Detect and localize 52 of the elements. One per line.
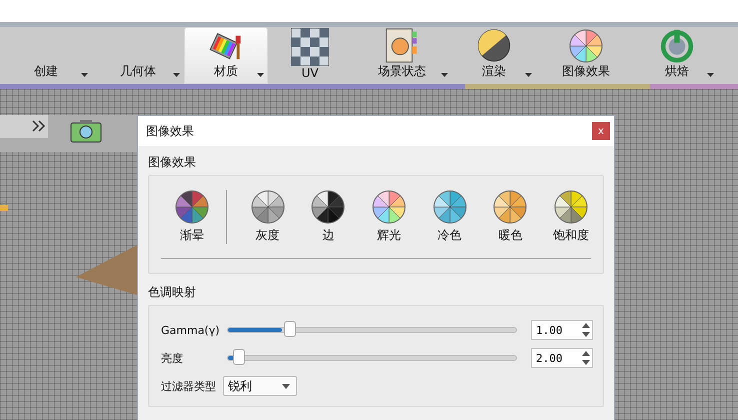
double-chevron-icon[interactable] xyxy=(32,120,46,132)
dialog-title: 图像效果 xyxy=(146,122,194,140)
color-wheel-icon xyxy=(311,190,346,224)
slider-thumb[interactable] xyxy=(284,321,296,337)
close-button[interactable]: x xyxy=(592,122,610,140)
spin-arrows-icon[interactable] xyxy=(580,321,592,339)
toolbar-tab[interactable]: 图像效果 xyxy=(536,27,636,84)
toolbar-tab[interactable]: 几何体 xyxy=(92,27,184,84)
color-wheel-icon xyxy=(493,190,528,224)
power-icon xyxy=(658,28,696,63)
toolbar-tab[interactable]: 材质 xyxy=(184,27,268,84)
filter-dropdown[interactable]: 锐利 xyxy=(223,376,297,396)
section-label: 色调映射 xyxy=(148,284,197,301)
color-wheel-icon xyxy=(569,29,603,63)
panel-field xyxy=(0,115,48,138)
color-wheel-icon xyxy=(174,190,209,224)
caret-icon[interactable] xyxy=(441,73,448,77)
filter-label: 过滤器类型 xyxy=(161,378,217,394)
slider-label: Gamma(γ) xyxy=(161,324,221,336)
spin-arrows-icon[interactable] xyxy=(580,349,592,367)
color-wheel-icon xyxy=(554,190,588,224)
padlock-icon xyxy=(0,201,8,211)
effect-button[interactable]: 渐晕 xyxy=(163,190,221,244)
toolbar-tab[interactable]: 场景状态 xyxy=(352,27,452,84)
effect-button[interactable]: 饱和度 xyxy=(542,190,600,244)
slider-label: 亮度 xyxy=(161,350,184,366)
color-wheel-icon xyxy=(432,190,467,224)
caret-icon[interactable] xyxy=(257,73,264,77)
caret-icon[interactable] xyxy=(173,73,180,77)
number-field[interactable]: 2.00 xyxy=(531,348,593,368)
effect-button[interactable]: 辉光 xyxy=(360,190,418,244)
half-sphere-icon xyxy=(475,28,513,63)
effect-button[interactable]: 边 xyxy=(299,190,358,244)
toolbar-tab[interactable]: 创建 xyxy=(0,27,92,84)
caret-icon xyxy=(282,384,290,388)
effect-button[interactable]: 灰度 xyxy=(238,190,296,244)
number-field[interactable]: 1.00 xyxy=(531,320,593,340)
effect-button[interactable]: 冷色 xyxy=(420,190,479,244)
slider-thumb[interactable] xyxy=(233,349,246,365)
caret-icon[interactable] xyxy=(525,73,532,77)
toolbar-tab[interactable]: 渲染 xyxy=(452,27,536,84)
toolbar-tab[interactable]: 烘焙 xyxy=(636,27,718,84)
checker-grid-icon xyxy=(291,28,329,66)
color-wheel-icon xyxy=(372,190,406,224)
section-label: 图像效果 xyxy=(148,154,197,171)
camera-icon[interactable] xyxy=(70,119,102,143)
effect-button[interactable]: 暖色 xyxy=(482,190,540,244)
floor-tile-drawing xyxy=(76,245,137,295)
color-wheel-icon xyxy=(250,190,285,224)
caret-icon[interactable] xyxy=(81,73,88,77)
toolbar-tab[interactable]: UV xyxy=(268,27,352,84)
caret-icon[interactable] xyxy=(707,73,714,77)
